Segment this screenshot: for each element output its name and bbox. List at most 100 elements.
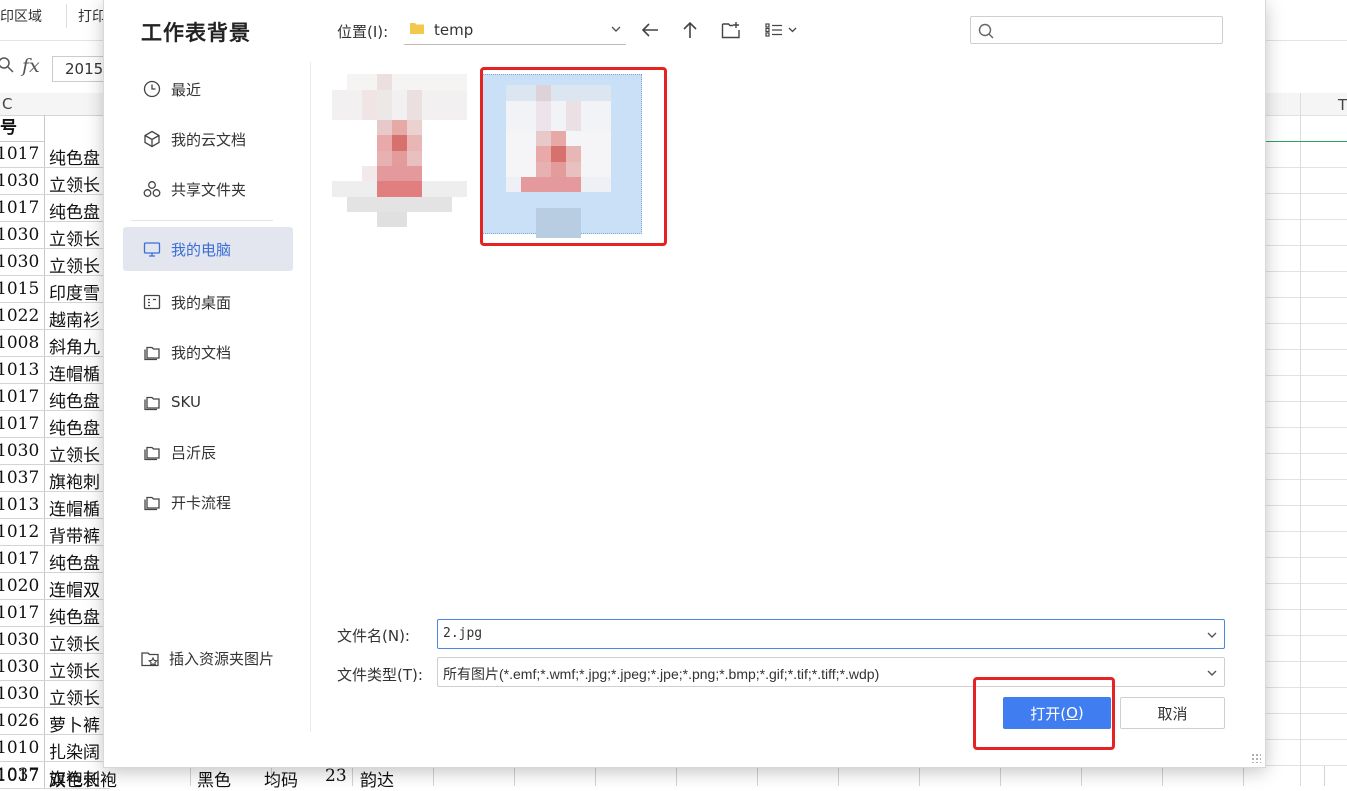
cell[interactable]: 1037 (0, 468, 39, 488)
cell[interactable]: 1030 (0, 252, 39, 272)
sidebar-item-sku[interactable]: SKU (123, 377, 293, 427)
cell[interactable]: 1012 (0, 522, 39, 542)
table-row[interactable]: 1017 纯色盘 (0, 384, 110, 412)
cell[interactable]: 1017 (0, 198, 39, 218)
file-name-input[interactable]: 2.jpg (437, 619, 1225, 649)
cell[interactable]: 纯色盘 (49, 414, 100, 439)
cell[interactable]: 1022 (0, 306, 39, 326)
image-thumbnail-1[interactable] (324, 74, 474, 227)
table-row[interactable]: 1037 旗袍刺 (0, 465, 110, 493)
cell[interactable]: 均码 (264, 766, 298, 791)
cell[interactable]: 纯色盘 (49, 549, 100, 574)
chevron-down-icon[interactable] (1206, 629, 1218, 645)
sidebar-item-shared-folder[interactable]: 共享文件夹 (123, 164, 293, 214)
cell[interactable]: 1026 (0, 711, 39, 731)
sidebar-item-lv-yichen[interactable]: 吕沂辰 (123, 427, 293, 477)
cell[interactable]: 立领长 (49, 441, 100, 466)
cell[interactable]: 1017 (0, 414, 39, 434)
cell[interactable]: 萝卜裤 (49, 711, 100, 736)
sidebar-item-card-process[interactable]: 开卡流程 (123, 477, 293, 527)
cell[interactable]: 黑色 (197, 766, 231, 791)
cell[interactable]: 1017 (0, 549, 39, 569)
sidebar-item-cloud-docs[interactable]: 我的云文档 (123, 114, 293, 164)
cell[interactable]: 1030 (0, 657, 39, 677)
cancel-button[interactable]: 取消 (1120, 697, 1225, 729)
cell[interactable]: 1030 (0, 225, 39, 245)
table-row[interactable]: 1012 背带裤 (0, 519, 110, 547)
cell[interactable]: 1030 (0, 684, 39, 704)
table-row[interactable]: 1010 扎染阔 (0, 735, 110, 763)
up-folder-button[interactable] (677, 19, 703, 45)
column-header-c[interactable]: C (2, 95, 12, 113)
table-row[interactable]: 1008 斜角九 (0, 330, 110, 358)
cell[interactable]: 立领长 (49, 171, 100, 196)
resize-grip[interactable] (1251, 753, 1261, 763)
cell[interactable]: 23 (325, 766, 347, 786)
cell[interactable]: 1030 (0, 171, 39, 191)
cell[interactable]: 1017 (0, 603, 39, 623)
cell[interactable]: 斜角九 (49, 333, 100, 358)
cell[interactable]: 立领长 (49, 225, 100, 250)
location-dropdown[interactable]: temp (404, 18, 626, 45)
table-row[interactable]: 1017 纯色盘 (0, 141, 110, 169)
file-type-select[interactable]: 所有图片(*.emf;*.wmf;*.jpg;*.jpeg;*.jpe;*.pn… (437, 657, 1225, 687)
cell[interactable]: 1030 (0, 630, 39, 650)
cell[interactable]: 纯色盘 (49, 198, 100, 223)
sidebar-item-my-desktop[interactable]: 我的桌面 (123, 277, 293, 327)
table-row[interactable]: 1030 立领长 (0, 654, 110, 682)
cell[interactable]: 1013 (0, 360, 39, 380)
table-row[interactable]: 1015 印度雪 (0, 276, 110, 304)
fx-icon[interactable]: fx (22, 55, 40, 77)
table-row[interactable]: 1017 纯色盘 (0, 195, 110, 223)
table-row[interactable]: 1030 立领长 (0, 168, 110, 196)
sidebar-item-my-documents[interactable]: 我的文档 (123, 327, 293, 377)
cell[interactable]: 纯色盘 (49, 144, 100, 169)
cell[interactable]: 1008 (0, 333, 39, 353)
table-row[interactable]: 1026 萝卜裤 (0, 708, 110, 736)
table-row[interactable]: 1020 连帽双 (0, 573, 110, 601)
cell[interactable]: 连帽楯 (49, 360, 100, 385)
cell[interactable]: 纯色盘 (49, 603, 100, 628)
image-thumbnail-2-selected[interactable] (482, 74, 642, 238)
zoom-icon[interactable] (0, 57, 14, 77)
cell[interactable]: 连帽楯 (49, 495, 100, 520)
cell[interactable]: 立领长 (49, 657, 100, 682)
cell[interactable]: 立领长 (49, 252, 100, 277)
table-row[interactable]: 1030 立领长 (0, 438, 110, 466)
sidebar-item-my-computer[interactable]: 我的电脑 (123, 227, 293, 271)
cell[interactable]: 1017 (0, 766, 39, 786)
header-cell[interactable]: 号 (0, 115, 45, 142)
cell[interactable]: 越南衫 (49, 306, 100, 331)
cell[interactable]: 1015 (0, 279, 39, 299)
cell[interactable]: 立领长 (49, 684, 100, 709)
print-area-button[interactable]: 印区域 (0, 6, 42, 26)
cell[interactable]: 1017 (0, 387, 39, 407)
cell[interactable]: 双色长袍 (49, 766, 117, 791)
view-mode-button[interactable] (763, 19, 801, 45)
new-folder-button[interactable] (718, 19, 744, 45)
cell[interactable]: 1010 (0, 738, 39, 758)
table-row[interactable]: 1030 立领长 (0, 681, 110, 709)
cell[interactable]: 韵达 (360, 766, 394, 791)
search-input[interactable] (1001, 20, 1220, 42)
cell[interactable]: 背带裤 (49, 522, 100, 547)
column-header-t[interactable]: T (1338, 96, 1347, 114)
search-box[interactable] (970, 16, 1223, 44)
table-row[interactable]: 1030 立领长 (0, 222, 110, 250)
table-row[interactable]: 1017 双色长袍 黑色 均码 23 韵达 (0, 766, 1347, 791)
cell[interactable]: 纯色盘 (49, 387, 100, 412)
print-button[interactable]: 打印 (78, 6, 106, 26)
open-button[interactable]: 打开(O) (1003, 697, 1111, 729)
table-row[interactable]: 1013 连帽楯 (0, 492, 110, 520)
table-row[interactable]: 1017 纯色盘 (0, 600, 110, 628)
cell[interactable]: 扎染阔 (49, 738, 100, 763)
cell[interactable]: 旗袍刺 (49, 468, 100, 493)
cell[interactable]: 1030 (0, 441, 39, 461)
table-row[interactable]: 1022 越南衫 (0, 303, 110, 331)
table-row[interactable]: 1013 连帽楯 (0, 357, 110, 385)
table-row[interactable]: 1030 立领长 (0, 249, 110, 277)
cell[interactable]: 连帽双 (49, 576, 100, 601)
cell[interactable]: 1013 (0, 495, 39, 515)
sidebar-item-recent[interactable]: 最近 (123, 64, 293, 114)
cell[interactable]: 1020 (0, 576, 39, 596)
